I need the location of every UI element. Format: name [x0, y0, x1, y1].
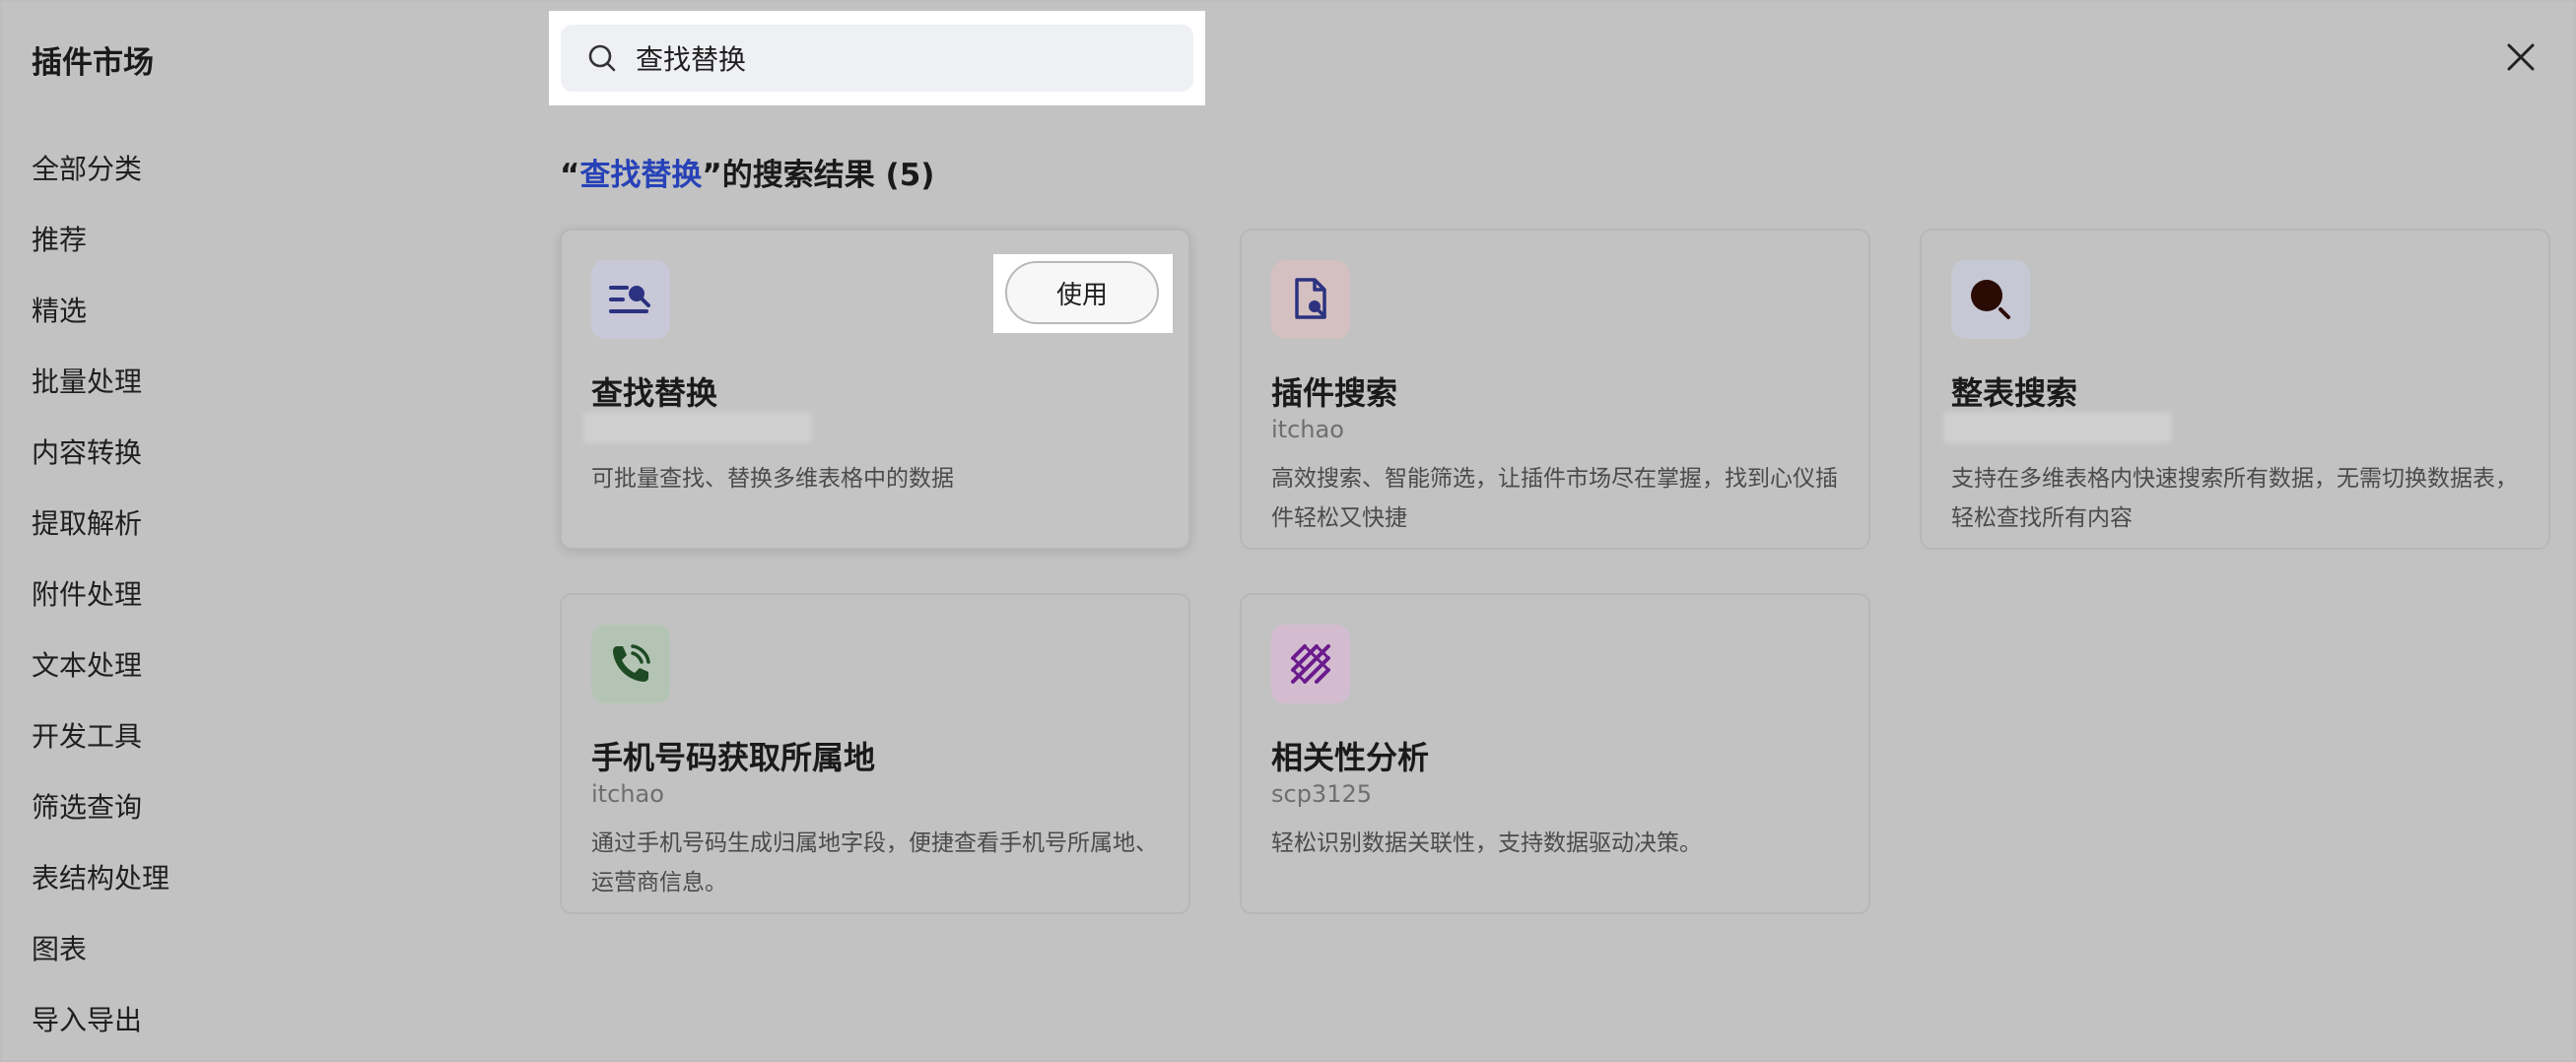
search-bar[interactable] [561, 25, 1193, 92]
card-author: scp3125 [1271, 780, 1373, 808]
card-description: 高效搜索、智能筛选，让插件市场尽在掌握，找到心仪插件轻松又快捷 [1271, 466, 1838, 531]
sidebar-item-featured[interactable]: 精选 [32, 290, 445, 361]
card-title: 相关性分析 [1271, 739, 1430, 776]
sidebar-item-import-export[interactable]: 导入导出 [32, 999, 445, 1060]
plugin-card-correlation[interactable]: 相关性分析 scp3125 轻松识别数据关联性，支持数据驱动决策。 [1240, 593, 1870, 914]
card-author-redacted [583, 412, 812, 443]
card-author-redacted [1943, 412, 2172, 443]
sidebar-item-batch[interactable]: 批量处理 [32, 361, 445, 431]
category-sidebar: 全部分类 推荐 精选 批量处理 内容转换 提取解析 附件处理 文本处理 开发工具… [32, 148, 445, 1060]
sidebar-item-attachment[interactable]: 附件处理 [32, 573, 445, 644]
search-highlight [549, 11, 1205, 105]
card-author: itchao [591, 780, 664, 808]
plugin-card-plugin-search[interactable]: 插件搜索 itchao 高效搜索、智能筛选，让插件市场尽在掌握，找到心仪插件轻松… [1240, 229, 1870, 550]
card-title: 插件搜索 [1271, 374, 1398, 412]
phone-call-icon [591, 625, 670, 703]
sidebar-item-structure[interactable]: 表结构处理 [32, 857, 445, 928]
card-title: 查找替换 [591, 374, 718, 412]
card-title: 手机号码获取所属地 [591, 739, 876, 776]
sidebar-item-extract[interactable]: 提取解析 [32, 502, 445, 573]
document-search-icon [1271, 260, 1350, 339]
card-description: 轻松识别数据关联性，支持数据驱动决策。 [1271, 830, 1702, 856]
card-author: itchao [1271, 416, 1344, 443]
sidebar-item-chart[interactable]: 图表 [32, 928, 445, 999]
plugin-market-dialog: 插件市场 全部分类 推荐 精选 批量处理 内容转换 提取解析 附件处理 文本处理… [0, 0, 2576, 1062]
plugin-card-phone-location[interactable]: 手机号码获取所属地 itchao 通过手机号码生成归属地字段，便捷查看手机号所属… [560, 593, 1190, 914]
results-keyword: 查找替换 [579, 158, 703, 193]
search-results-heading: “查找替换”的搜索结果 (5) [560, 150, 934, 194]
find-replace-icon [591, 260, 670, 339]
search-icon [584, 40, 620, 76]
use-plugin-button[interactable]: 使用 [1005, 261, 1159, 324]
results-suffix: ”的搜索结果 (5) [702, 158, 935, 193]
sidebar-item-all[interactable]: 全部分类 [32, 148, 445, 219]
close-icon [2507, 43, 2535, 71]
plugin-card-table-search[interactable]: 整表搜索 支持在多维表格内快速搜索所有数据，无需切换数据表，轻松查找所有内容 [1920, 229, 2550, 550]
sidebar-item-devtools[interactable]: 开发工具 [32, 715, 445, 786]
dialog-title: 插件市场 [32, 45, 154, 81]
magnifier-icon [1951, 260, 2030, 339]
use-button-highlight: 使用 [993, 254, 1173, 333]
sidebar-item-convert[interactable]: 内容转换 [32, 431, 445, 502]
card-title: 整表搜索 [1951, 374, 2078, 412]
sidebar-item-text[interactable]: 文本处理 [32, 644, 445, 715]
results-open-quote: “ [560, 158, 580, 193]
correlation-dots-icon [1271, 625, 1350, 703]
search-input[interactable] [634, 40, 1170, 76]
sidebar-item-filter[interactable]: 筛选查询 [32, 786, 445, 857]
card-description: 通过手机号码生成归属地字段，便捷查看手机号所属地、运营商信息。 [591, 830, 1158, 896]
card-description: 支持在多维表格内快速搜索所有数据，无需切换数据表，轻松查找所有内容 [1951, 466, 2518, 531]
close-button[interactable] [2501, 37, 2541, 77]
card-description: 可批量查找、替换多维表格中的数据 [591, 466, 954, 492]
sidebar-item-recommended[interactable]: 推荐 [32, 219, 445, 290]
